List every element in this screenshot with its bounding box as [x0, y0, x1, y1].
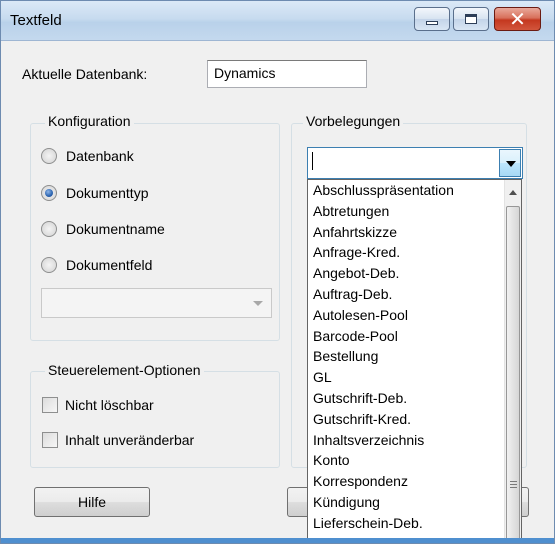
radio-label: Dokumenttyp	[66, 185, 149, 201]
minimize-icon	[426, 21, 438, 25]
checkbox-label: Inhalt unveränderbar	[65, 432, 195, 448]
checkbox[interactable]	[42, 397, 58, 413]
radio-button-selected[interactable]	[41, 185, 57, 201]
dropdown-item[interactable]: Lieferschein-Deb.	[308, 513, 521, 534]
radio-button[interactable]	[41, 148, 57, 164]
radio-datenbank[interactable]: Datenbank	[41, 148, 134, 164]
radio-dokumentname[interactable]: Dokumentname	[41, 221, 165, 237]
dropdown-item[interactable]: Barcode-Pool	[308, 326, 521, 347]
steuerelement-group	[30, 371, 280, 468]
grip-icon	[510, 481, 517, 482]
dokumentfeld-combo	[41, 288, 272, 318]
dropdown-item[interactable]: Korrespondenz	[308, 471, 521, 492]
radio-label: Dokumentname	[66, 221, 165, 237]
help-button-label: Hilfe	[77, 494, 106, 510]
konfiguration-title: Konfiguration	[45, 113, 134, 129]
dropdown-item[interactable]: Inhaltsverzeichnis	[308, 430, 521, 451]
maximize-icon	[465, 14, 477, 24]
grip-icon	[510, 484, 517, 485]
check-nicht-loeschbar[interactable]: Nicht löschbar	[42, 397, 154, 413]
radio-button[interactable]	[41, 257, 57, 273]
dropdown-item[interactable]: Gutschrift-Kred.	[308, 409, 521, 430]
minimize-button[interactable]	[414, 7, 450, 31]
taskbar-strip	[1, 538, 554, 543]
checkbox-label: Nicht löschbar	[65, 397, 154, 413]
radio-dokumenttyp[interactable]: Dokumenttyp	[41, 185, 148, 201]
vorbelegungen-dropdown-list[interactable]: Abschlusspräsentation Abtretungen Anfahrts…	[307, 179, 522, 543]
radio-label: Datenbank	[66, 148, 134, 164]
scroll-up-arrow-icon[interactable]	[509, 190, 517, 195]
radio-button[interactable]	[41, 221, 57, 237]
database-label: Aktuelle Datenbank:	[22, 66, 148, 82]
vorbelegungen-title: Vorbelegungen	[303, 113, 404, 129]
steuerelement-title: Steuerelement-Optionen	[45, 362, 204, 378]
dropdown-item[interactable]: Anfrage-Kred.	[308, 242, 521, 263]
dropdown-items: Abschlusspräsentation Abtretungen Anfahrts…	[308, 180, 521, 543]
checkbox[interactable]	[42, 432, 58, 448]
dialog-window: Textfeld ✕ Aktuelle Datenbank: Dynamics …	[0, 0, 555, 544]
dropdown-item[interactable]: Anfahrtskizze	[308, 222, 521, 243]
database-field[interactable]: Dynamics	[207, 60, 367, 88]
maximize-button[interactable]	[453, 7, 489, 31]
close-button[interactable]: ✕	[494, 7, 541, 31]
help-button[interactable]: Hilfe	[34, 487, 150, 517]
dropdown-item[interactable]: Konto	[308, 450, 521, 471]
dropdown-item[interactable]: GL	[308, 367, 521, 388]
dropdown-button[interactable]	[499, 149, 521, 177]
radio-label: Dokumentfeld	[66, 257, 153, 273]
close-icon: ✕	[509, 7, 526, 31]
dropdown-item[interactable]: Auftrag-Deb.	[308, 284, 521, 305]
check-inhalt-unveraenderbar[interactable]: Inhalt unveränderbar	[42, 432, 194, 448]
radio-dokumentfeld[interactable]: Dokumentfeld	[41, 257, 152, 273]
dropdown-item[interactable]: Autolesen-Pool	[308, 305, 521, 326]
dropdown-item[interactable]: Kündigung	[308, 492, 521, 513]
chevron-down-icon	[253, 301, 263, 306]
title-bar[interactable]: Textfeld ✕	[1, 1, 554, 41]
scrollbar-thumb[interactable]	[506, 206, 520, 543]
dropdown-item[interactable]: Bestellung	[308, 346, 521, 367]
grip-icon	[510, 487, 517, 488]
dropdown-item[interactable]: Gutschrift-Deb.	[308, 388, 521, 409]
dropdown-scrollbar[interactable]	[504, 180, 521, 543]
dropdown-item[interactable]: Abtretungen	[308, 201, 521, 222]
dropdown-item[interactable]: Angebot-Deb.	[308, 263, 521, 284]
dropdown-item[interactable]: Abschlusspräsentation	[308, 180, 521, 201]
text-caret	[312, 152, 313, 170]
radio-selected-dot	[45, 189, 53, 197]
window-title: Textfeld	[10, 12, 62, 29]
vorbelegungen-combo[interactable]	[307, 147, 523, 179]
